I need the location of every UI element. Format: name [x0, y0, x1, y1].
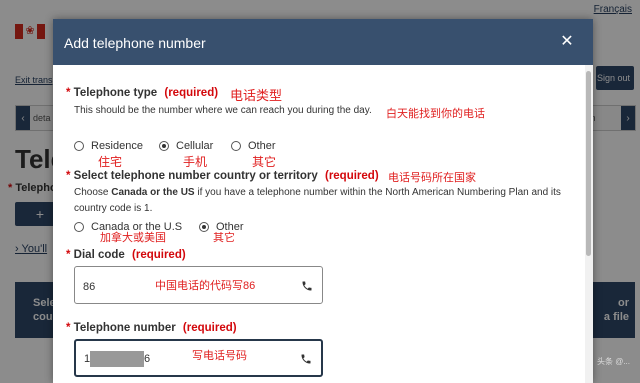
annotation-telephone-type: 电话类型 — [230, 88, 283, 103]
dial-code-value: 86 — [83, 281, 96, 293]
scrollbar-thumb[interactable] — [586, 71, 591, 256]
country-label: * Select telephone number country or ter… — [66, 170, 379, 182]
radio-dot — [74, 141, 84, 151]
dialog-body: * Telephone type (required) 电话类型 This sh… — [53, 65, 585, 383]
annotation-other-type: 其它 — [252, 155, 277, 169]
telephone-number-label: * Telephone number (required) — [66, 322, 237, 334]
annotation-other-country: 其它 — [213, 232, 235, 244]
dialog-header: Add telephone number ✕ — [53, 19, 593, 65]
annotation-cellular: 手机 — [183, 155, 208, 169]
dialog-title: Add telephone number — [64, 35, 206, 51]
annotation-canada-us: 加拿大或美国 — [100, 232, 166, 244]
close-button[interactable]: ✕ — [557, 32, 577, 52]
redaction-mask — [90, 351, 144, 367]
annotation-telephone-number: 写电话号码 — [192, 350, 247, 362]
annotation-daytime-hint: 白天能找到你的电话 — [386, 108, 485, 120]
telephone-type-label: * Telephone type (required) — [66, 87, 219, 99]
annotation-residence: 住宅 — [98, 155, 123, 169]
watermark: 头条 @... — [596, 357, 630, 366]
annotation-dial-code: 中国电话的代码写86 — [155, 280, 256, 292]
annotation-country: 电话号码所在国家 — [388, 172, 476, 184]
dial-code-label: * Dial code (required) — [66, 249, 186, 261]
phone-icon — [302, 281, 312, 291]
radio-residence[interactable]: Residence — [74, 140, 143, 152]
radio-other-type[interactable]: Other — [231, 140, 276, 152]
add-telephone-dialog: Add telephone number ✕ * Telephone type … — [53, 19, 593, 383]
radio-dot — [74, 222, 84, 232]
radio-cellular[interactable]: Cellular — [159, 140, 213, 152]
country-hint: Choose Canada or the US if you have a te… — [74, 187, 561, 214]
radio-dot-selected — [199, 222, 209, 232]
dialog-scrollbar[interactable] — [585, 65, 593, 383]
phone-icon — [301, 354, 311, 364]
telephone-type-hint: This should be the number where we can r… — [74, 105, 372, 116]
close-icon: ✕ — [560, 33, 574, 50]
telephone-number-value-end: 6 — [144, 353, 151, 365]
radio-dot — [231, 141, 241, 151]
radio-dot-selected — [159, 141, 169, 151]
